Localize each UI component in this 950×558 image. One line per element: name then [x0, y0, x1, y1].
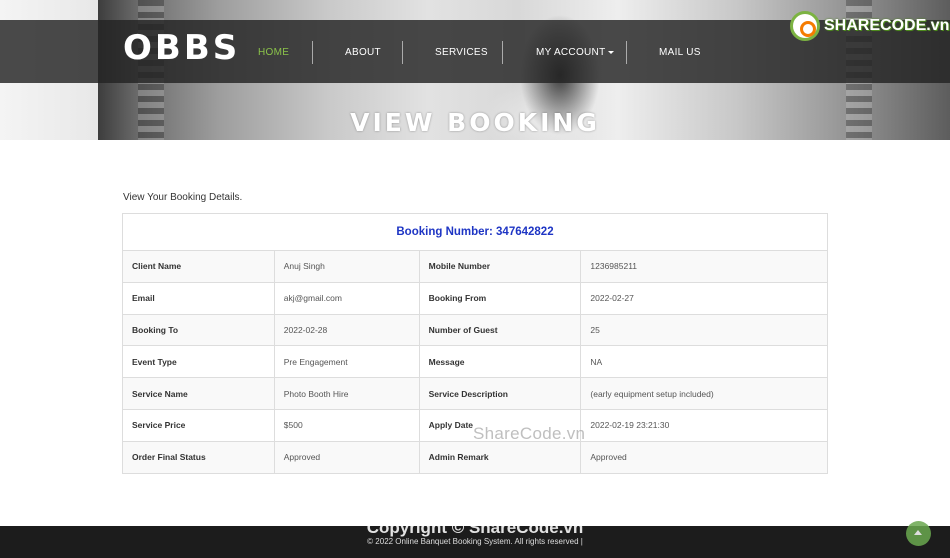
field-value: Approved	[580, 440, 828, 474]
field-label: Booking To	[122, 313, 275, 347]
nav-divider	[312, 41, 313, 64]
nav-my-account[interactable]: MY ACCOUNT	[536, 47, 614, 58]
field-label: Booking From	[418, 281, 582, 315]
nav-my-account-label: MY ACCOUNT	[536, 47, 606, 58]
field-label: Client Name	[122, 250, 275, 283]
field-value: akj@gmail.com	[273, 281, 420, 315]
field-value: $500	[273, 408, 420, 442]
scroll-top-icon[interactable]	[906, 521, 931, 546]
nav-services[interactable]: SERVICES	[435, 47, 488, 58]
field-value: Approved	[273, 440, 420, 474]
field-label: Admin Remark	[418, 440, 582, 474]
field-value: NA	[580, 345, 828, 379]
table-row: Event Type Pre Engagement Message NA	[122, 345, 828, 379]
field-label: Order Final Status	[122, 440, 275, 474]
field-value: 2022-02-27	[580, 281, 828, 315]
field-label: Service Price	[122, 408, 275, 442]
field-label: Mobile Number	[418, 250, 582, 283]
field-label: Service Name	[122, 377, 275, 410]
sharecode-logo: SHARECODE.vn	[790, 11, 949, 41]
footer-copyright: © 2022 Online Banquet Booking System. Al…	[367, 537, 583, 546]
nav-home[interactable]: HOME	[258, 47, 289, 58]
nav-about[interactable]: ABOUT	[345, 47, 381, 58]
nav-mail-us[interactable]: MAIL US	[659, 47, 701, 58]
caret-down-icon	[607, 50, 614, 54]
nav-divider	[502, 41, 503, 64]
nav-divider	[402, 41, 403, 64]
field-value: Anuj Singh	[273, 250, 420, 283]
field-value: 2022-02-28	[273, 313, 420, 347]
booking-number: Booking Number: 347642822	[122, 213, 828, 251]
field-value: 25	[580, 313, 828, 347]
watermark-footer: Copyright © ShareCode.vn	[366, 518, 584, 537]
field-label: Service Description	[418, 377, 582, 410]
field-value: Pre Engagement	[273, 345, 420, 379]
watermark-middle: ShareCode.vn	[473, 424, 586, 443]
field-value: 1236985211	[580, 250, 828, 283]
field-label: Message	[418, 345, 582, 379]
field-value: 2022-02-19 23:21:30	[580, 408, 828, 442]
table-row: Service Name Photo Booth Hire Service De…	[122, 377, 828, 410]
intro-text: View Your Booking Details.	[123, 192, 243, 203]
table-row: Order Final Status Approved Admin Remark…	[122, 440, 828, 474]
nav-divider	[626, 41, 627, 64]
brand-logo[interactable]: OBBS	[123, 28, 240, 68]
table-row: Client Name Anuj Singh Mobile Number 123…	[122, 250, 828, 283]
field-label: Email	[122, 281, 275, 315]
page-title: VIEW BOOKING	[350, 108, 600, 137]
booking-header-row: Booking Number: 347642822	[122, 213, 828, 251]
sharecode-logo-text: SHARECODE.vn	[824, 17, 950, 34]
table-row: Email akj@gmail.com Booking From 2022-02…	[122, 281, 828, 315]
field-label: Number of Guest	[418, 313, 582, 347]
field-label: Event Type	[122, 345, 275, 379]
sharecode-logo-icon	[790, 11, 820, 41]
table-row: Booking To 2022-02-28 Number of Guest 25	[122, 313, 828, 347]
field-value: Photo Booth Hire	[273, 377, 420, 410]
field-value: (early equipment setup included)	[580, 377, 828, 410]
